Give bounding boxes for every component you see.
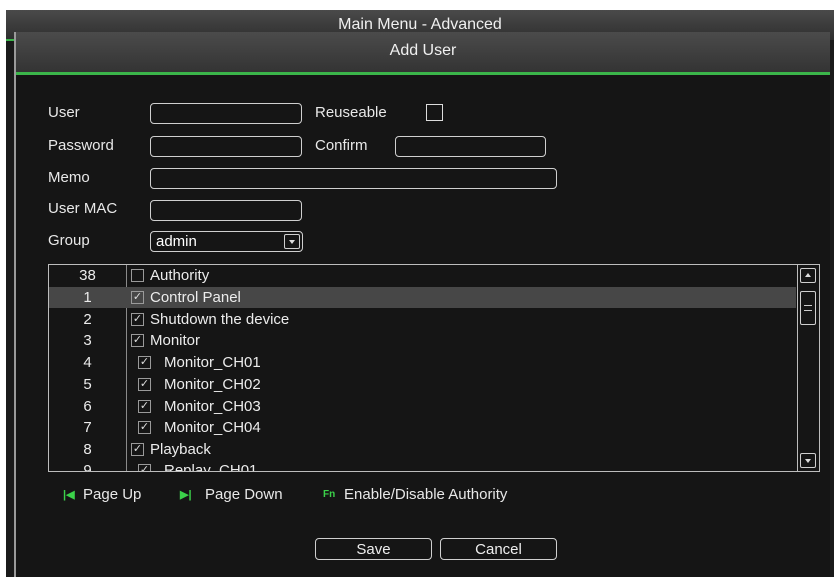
table-row[interactable]: 8 ✓ Playback (49, 439, 796, 460)
row-number: 8 (83, 441, 92, 458)
table-row[interactable]: 6 ✓ Monitor_CH03 (49, 396, 796, 417)
row-number: 9 (83, 462, 92, 472)
memo-field[interactable] (150, 168, 557, 189)
group-select[interactable]: admin (150, 231, 303, 252)
authority-table: 38 Authority 1 ✓ Control Panel 2 ✓ Shutd… (48, 264, 820, 472)
row-checkbox[interactable]: ✓ (131, 443, 144, 456)
row-name: Playback (150, 441, 211, 458)
password-field[interactable] (150, 136, 302, 157)
page-down-hint: Page Down (205, 486, 283, 503)
scroll-thumb[interactable] (800, 291, 816, 325)
password-label: Password (48, 137, 114, 154)
row-number: 5 (83, 376, 92, 393)
row-number: 4 (83, 354, 92, 371)
group-selected-value: admin (156, 233, 197, 250)
table-row[interactable]: 9 ✓ Replay_CH01 (49, 460, 796, 472)
dialog-title: Add User (16, 32, 830, 73)
user-input[interactable] (150, 103, 302, 124)
user-label: User (48, 104, 80, 121)
table-row[interactable]: 2 ✓ Shutdown the device (49, 309, 796, 330)
row-checkbox[interactable]: ✓ (131, 313, 144, 326)
page-up-icon: |◀ (63, 489, 75, 501)
page-down-icon: ▶| (180, 489, 192, 501)
table-row[interactable]: 4 ✓ Monitor_CH01 (49, 352, 796, 373)
authority-header: Authority (150, 267, 210, 284)
fn-key-icon: Fn (323, 489, 336, 500)
confirm-password-field[interactable] (395, 136, 546, 157)
row-name: Control Panel (150, 289, 241, 306)
select-all-checkbox[interactable] (131, 269, 144, 282)
row-name: Monitor_CH04 (164, 419, 261, 436)
scroll-down-icon[interactable] (800, 453, 816, 468)
row-name: Monitor_CH02 (164, 376, 261, 393)
table-row[interactable]: 1 ✓ Control Panel (49, 287, 796, 308)
authority-count: 38 (79, 267, 96, 284)
memo-label: Memo (48, 169, 90, 186)
dialog-accent-line (16, 72, 830, 75)
table-row[interactable]: 3 ✓ Monitor (49, 330, 796, 351)
row-checkbox[interactable]: ✓ (131, 291, 144, 304)
row-name: Monitor_CH01 (164, 354, 261, 371)
row-name: Monitor_CH03 (164, 398, 261, 415)
row-number: 2 (83, 311, 92, 328)
save-button[interactable]: Save (315, 538, 432, 560)
page-up-hint: Page Up (83, 486, 142, 503)
row-number: 7 (83, 419, 92, 436)
row-number: 6 (83, 398, 92, 415)
user-mac-field[interactable] (150, 200, 302, 221)
cancel-button[interactable]: Cancel (440, 538, 557, 560)
table-row[interactable]: 7 ✓ Monitor_CH04 (49, 417, 796, 438)
scroll-up-icon[interactable] (800, 268, 816, 283)
reuseable-checkbox[interactable] (426, 104, 443, 121)
confirm-label: Confirm (315, 137, 368, 154)
row-name: Shutdown the device (150, 311, 290, 328)
row-checkbox[interactable]: ✓ (138, 421, 151, 434)
chevron-down-icon[interactable] (284, 234, 300, 249)
row-checkbox[interactable]: ✓ (138, 400, 151, 413)
row-checkbox[interactable]: ✓ (138, 356, 151, 369)
reuseable-label: Reuseable (315, 104, 387, 121)
user-mac-label: User MAC (48, 200, 118, 217)
row-number: 1 (83, 289, 92, 306)
table-row[interactable]: 5 ✓ Monitor_CH02 (49, 374, 796, 395)
vertical-scrollbar[interactable] (797, 265, 819, 471)
row-checkbox[interactable]: ✓ (131, 334, 144, 347)
enable-disable-hint: Enable/Disable Authority (344, 486, 508, 503)
row-checkbox[interactable]: ✓ (138, 464, 151, 471)
row-checkbox[interactable]: ✓ (138, 378, 151, 391)
group-label: Group (48, 232, 90, 249)
row-name: Monitor (150, 332, 201, 349)
table-header: 38 Authority (49, 265, 796, 286)
row-number: 3 (83, 332, 92, 349)
row-name: Replay_CH01 (164, 462, 258, 472)
